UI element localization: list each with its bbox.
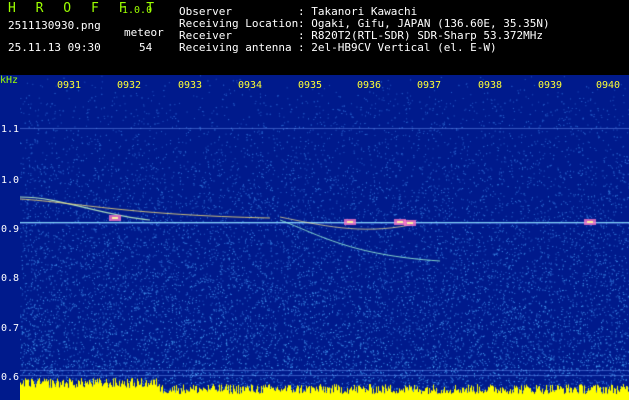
- x-tick-label: 0937: [417, 80, 442, 91]
- file-name: 2511130930.png: [8, 19, 101, 32]
- y-tick-label: 1.0: [1, 175, 20, 186]
- meteor-label: meteor: [124, 26, 164, 39]
- y-tick-label: 0.6: [1, 372, 20, 383]
- observation-datetime: 25.11.13 09:30: [8, 41, 101, 54]
- x-tick-label: 0932: [117, 80, 142, 91]
- x-tick-label: 0934: [238, 80, 263, 91]
- info-key-antenna: Receiving antenna: [179, 41, 292, 54]
- y-tick-label: 0.7: [1, 323, 20, 334]
- y-axis-unit: kHz: [0, 75, 19, 86]
- header-panel: H R O F F T 1.0.0 2511130930.png 25.11.1…: [0, 0, 629, 75]
- meteor-count: 54: [139, 41, 153, 54]
- x-tick-label: 0936: [357, 80, 382, 91]
- x-tick-label: 0933: [178, 80, 203, 91]
- spectrogram-area: [0, 75, 629, 400]
- y-tick-label: 1.1: [1, 124, 20, 135]
- x-tick-label: 0940: [596, 80, 621, 91]
- y-tick-label: 0.9: [1, 224, 20, 235]
- info-value-antenna: : 2el-HB9CV Vertical (el. E-W): [298, 41, 497, 54]
- app-version: 1.0.0: [122, 5, 153, 16]
- x-tick-label: 0939: [538, 80, 563, 91]
- y-tick-label: 0.8: [1, 273, 20, 284]
- x-tick-label: 0931: [57, 80, 82, 91]
- spectrogram-canvas: [20, 75, 629, 400]
- x-tick-label: 0938: [478, 80, 503, 91]
- x-tick-label: 0935: [298, 80, 323, 91]
